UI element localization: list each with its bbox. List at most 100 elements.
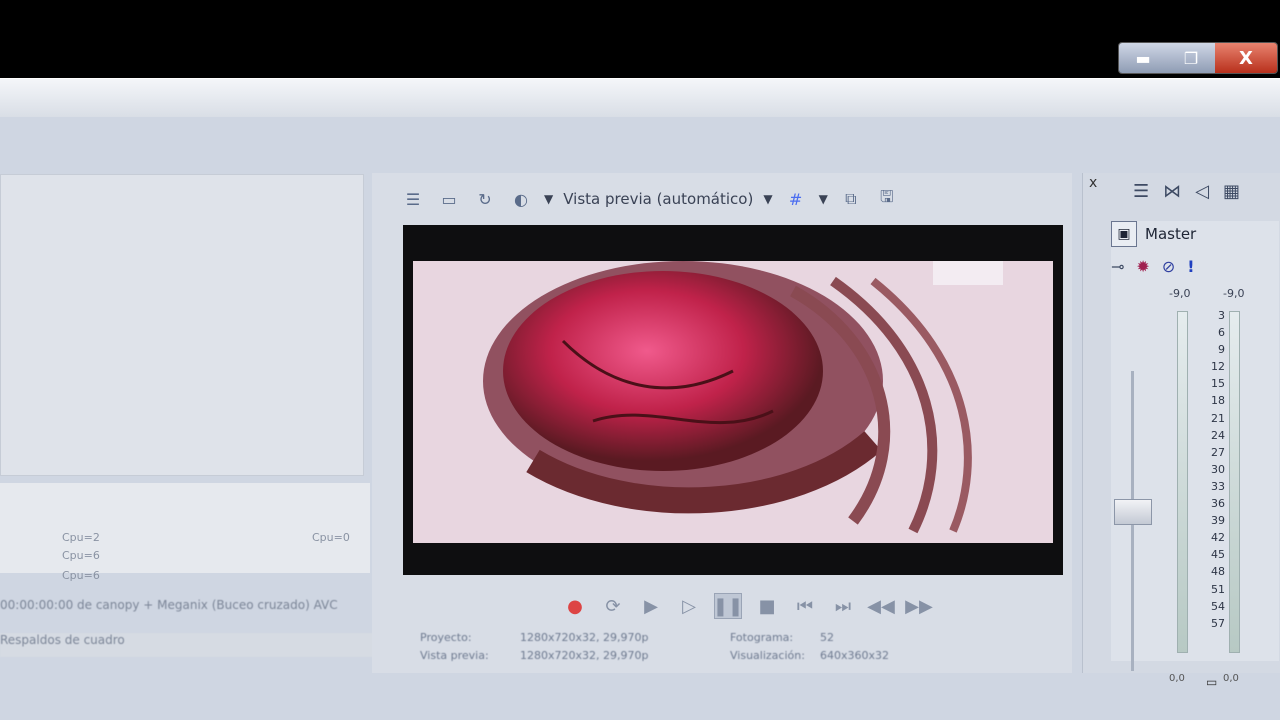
master-fx-button[interactable]: ▣ [1111, 221, 1137, 247]
preview-info: Proyecto: 1280x720x32, 29,970p Fotograma… [420, 628, 980, 664]
display-value: 640x360x32 [820, 648, 890, 662]
next-frame-icon: ▶▶ [905, 595, 933, 617]
list-item: Cpu=6 [62, 569, 100, 582]
loop-button[interactable]: ⟳ [600, 594, 626, 618]
overlays-button[interactable]: # [783, 187, 809, 211]
close-button[interactable]: X [1215, 43, 1277, 73]
pause-button[interactable]: ❚❚ [712, 593, 744, 619]
video-frame [413, 261, 1053, 543]
title-bar [0, 78, 1280, 117]
fader-knob[interactable] [1114, 499, 1152, 525]
loop-icon: ⟳ [605, 595, 621, 617]
meter-scale-tick: 57 [1211, 616, 1225, 630]
preview-value: 1280x720x32, 29,970p [520, 648, 649, 662]
meter-left [1177, 311, 1188, 653]
preview-label: Vista previa: [420, 648, 489, 662]
peak-left: -9,0 [1169, 287, 1191, 300]
meter-scale-tick: 51 [1211, 582, 1225, 596]
restore-icon: ❐ [1183, 48, 1199, 68]
master-header: ▣ Master [1111, 221, 1196, 247]
insert-icon[interactable]: ⊸ [1111, 257, 1124, 276]
meter-scale-tick: 42 [1211, 531, 1225, 545]
properties-icon: ☰ [405, 189, 421, 209]
external-monitor-button[interactable]: ▭ [436, 187, 462, 211]
mixer-settings-icon[interactable]: ▦ [1223, 181, 1240, 202]
play-button[interactable]: ▷ [676, 594, 702, 618]
fx-icon: ▣ [1117, 226, 1131, 242]
solo-icon[interactable]: ! [1187, 257, 1194, 276]
video-display [403, 225, 1063, 575]
record-icon: ● [567, 595, 583, 617]
meter-scale-tick: 21 [1211, 411, 1225, 425]
gear-icon[interactable]: ✹ [1136, 257, 1149, 276]
frame-label: Fotograma: [730, 630, 794, 644]
meter-scale-tick: 48 [1211, 565, 1225, 579]
go-to-end-button[interactable]: ⏭ [830, 594, 856, 618]
split-view-icon: ◐ [514, 189, 528, 209]
master-label: Master [1145, 225, 1197, 243]
minimize-button[interactable]: ▬ [1119, 43, 1167, 73]
effects-button[interactable]: ↻ [472, 187, 498, 211]
stop-button[interactable]: ■ [754, 594, 780, 618]
monitor-icon: ▭ [441, 189, 457, 209]
properties-button[interactable]: ☰ [400, 187, 426, 211]
master-mixer-panel: x ☰ ⋈ ◁ ▦ ▣ Master ⊸ ✹ ⊘ ! -9,0 -9,0 3 6… [1082, 173, 1280, 684]
mixer-close-button[interactable]: x [1089, 175, 1097, 191]
meter-scale-tick: 24 [1211, 428, 1225, 442]
meter-scale-tick: 12 [1211, 360, 1225, 374]
meter-scale-tick: 33 [1211, 479, 1225, 493]
go-start-icon: ⏮ [796, 595, 814, 617]
left-list: Cpu=2 Cpu=6 Cpu=6 Cpu=0 [0, 483, 370, 582]
overlays-dropdown-arrow[interactable]: ▼ [819, 192, 828, 206]
mixer-properties-icon[interactable]: ☰ [1133, 181, 1149, 202]
list-item: Cpu=0 [312, 531, 350, 544]
preview-quality-label[interactable]: Vista previa (automático) [563, 190, 753, 208]
grid-icon: # [788, 189, 803, 209]
preview-toolbar: ☰ ▭ ↻ ◐ ▼ Vista previa (automático) ▼ # … [400, 181, 900, 217]
meter-scale-tick: 54 [1211, 599, 1225, 613]
record-button[interactable]: ● [562, 594, 588, 618]
frame-value: 52 [820, 630, 834, 644]
project-label: Proyecto: [420, 630, 472, 644]
meter-scale-tick: 39 [1211, 514, 1225, 528]
meter-scale: 369 12 15 18 21 24 27 30 33 36 39 42 45 48 51 54 5… [1195, 309, 1225, 634]
dim-output-icon[interactable]: ◁ [1195, 181, 1209, 202]
go-to-start-button[interactable]: ⏮ [792, 594, 818, 618]
status-line-2: Respaldos de cuadro [0, 633, 390, 657]
master-channel: ▣ Master ⊸ ✹ ⊘ ! -9,0 -9,0 369 12 15 18 21… [1111, 221, 1279, 684]
meter-scale-tick: 45 [1211, 548, 1225, 562]
meter-scale-tick: 9 [1218, 343, 1225, 357]
effects-icon: ↻ [478, 189, 492, 209]
meter-scale-tick: 6 [1218, 326, 1225, 340]
video-preview-panel: ☰ ▭ ↻ ◐ ▼ Vista previa (automático) ▼ # … [372, 173, 1072, 673]
restore-button[interactable]: ❐ [1167, 43, 1215, 73]
save-snapshot-button[interactable]: 🖫 [874, 187, 900, 211]
copy-icon: ⧉ [845, 189, 857, 208]
quality-dropdown-arrow[interactable]: ▼ [763, 192, 772, 206]
list-item: Cpu=6 [62, 549, 100, 562]
meter-scale-tick: 27 [1211, 445, 1225, 459]
meter-scale-tick: 36 [1211, 497, 1225, 511]
split-screen-button[interactable]: ◐ [508, 187, 534, 211]
split-dropdown-arrow[interactable]: ▼ [544, 192, 553, 206]
mute-icon[interactable]: ⊘ [1162, 257, 1175, 276]
go-end-icon: ⏭ [834, 595, 852, 617]
pause-icon: ❚❚ [712, 595, 744, 617]
minimize-icon: ▬ [1135, 48, 1151, 68]
left-panel [0, 174, 364, 476]
stop-icon: ■ [758, 595, 776, 617]
master-icons: ⊸ ✹ ⊘ ! [1111, 257, 1195, 276]
copy-snapshot-button[interactable]: ⧉ [838, 187, 864, 211]
previous-frame-button[interactable]: ◀◀ [867, 594, 895, 618]
app-window: Cpu=2 Cpu=6 Cpu=6 Cpu=0 00:00:00:00 de c… [0, 78, 1280, 720]
panel-menu-button[interactable]: ▭ [1206, 675, 1226, 715]
project-value: 1280x720x32, 29,970p [520, 630, 649, 644]
meter-scale-tick: 30 [1211, 462, 1225, 476]
prev-frame-icon: ◀◀ [867, 595, 895, 617]
meter-scale-tick: 15 [1211, 377, 1225, 391]
play-from-start-button[interactable]: ▶ [638, 594, 664, 618]
next-frame-button[interactable]: ▶▶ [905, 594, 933, 618]
display-label: Visualización: [730, 648, 805, 662]
meter-scale-tick: 18 [1211, 394, 1225, 408]
downmix-icon[interactable]: ⋈ [1163, 181, 1181, 202]
